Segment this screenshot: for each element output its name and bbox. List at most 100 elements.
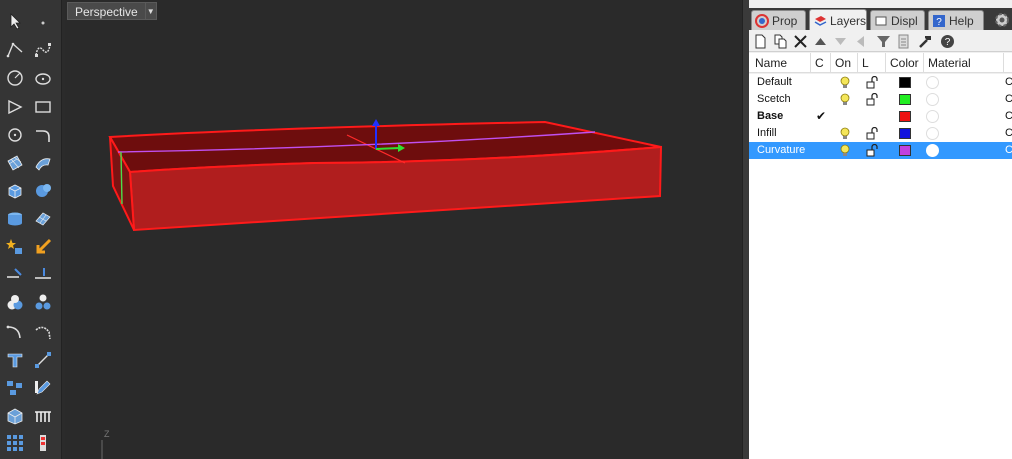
select-arrow-icon[interactable] — [3, 9, 27, 33]
new-layer-icon[interactable] — [752, 33, 768, 49]
col-current[interactable]: C — [811, 53, 831, 73]
tab-layers[interactable]: Layers — [809, 9, 867, 31]
viewport-title[interactable]: Perspective ▼ — [67, 2, 157, 20]
boolean-split-icon[interactable] — [31, 291, 55, 315]
layer-extra-column: C — [1005, 127, 1012, 139]
rhino-window: Perspective ▼ Z Prop Layers Displ ? Help — [0, 0, 1012, 459]
col-name[interactable]: Name — [749, 53, 811, 73]
sphere-icon[interactable] — [31, 179, 55, 203]
group-icon[interactable] — [3, 376, 27, 400]
tab-display[interactable]: Displ — [870, 10, 925, 30]
help-circle-icon[interactable]: ? — [939, 33, 955, 49]
analyze-icon[interactable] — [31, 431, 55, 455]
material-sphere-icon[interactable] — [926, 144, 939, 157]
blend-curve-icon[interactable] — [31, 320, 55, 344]
grid-icon[interactable] — [3, 431, 27, 455]
tools-icon[interactable] — [917, 33, 933, 49]
layer-name[interactable]: Curvature — [757, 142, 805, 159]
material-sphere-icon[interactable] — [926, 93, 939, 106]
circle-icon[interactable] — [3, 66, 27, 90]
dimension-icon[interactable] — [31, 348, 55, 372]
model-canvas[interactable] — [65, 0, 742, 459]
col-more[interactable] — [1004, 53, 1012, 73]
layer-row[interactable]: Default C — [749, 74, 1012, 91]
polygon-icon[interactable] — [3, 95, 27, 119]
material-sphere-icon[interactable] — [926, 127, 939, 140]
point-icon[interactable] — [31, 9, 55, 33]
col-material[interactable]: Material — [924, 53, 1004, 73]
layer-color-swatch[interactable] — [899, 111, 911, 122]
layer-name[interactable]: Scetch — [757, 91, 791, 108]
axis-z-label: Z — [104, 429, 110, 439]
unlock-icon[interactable] — [866, 143, 878, 157]
sketch-edge — [120, 151, 123, 205]
layer-row[interactable]: Scetch C — [749, 91, 1012, 108]
edit-pencil-icon[interactable] — [31, 376, 55, 400]
perspective-viewport[interactable]: Perspective ▼ Z — [65, 0, 742, 459]
curve-icon[interactable] — [31, 38, 55, 62]
cylinder-icon[interactable] — [3, 207, 27, 231]
layer-row[interactable]: Infill C — [749, 125, 1012, 142]
panel-splitter[interactable] — [742, 0, 749, 459]
layer-color-swatch[interactable] — [899, 145, 911, 156]
current-layer-check-icon[interactable]: ✔ — [816, 108, 826, 125]
panel-tabs: Prop Layers Displ ? Help — [749, 8, 1012, 31]
trim-icon[interactable] — [3, 263, 27, 287]
layer-row[interactable]: Base ✔ C — [749, 108, 1012, 125]
filter-icon[interactable] — [875, 33, 891, 49]
mesh-icon[interactable] — [31, 207, 55, 231]
move-arrow-icon[interactable] — [31, 235, 55, 259]
layer-color-swatch[interactable] — [899, 77, 911, 88]
polyline-icon[interactable] — [3, 38, 27, 62]
display-icon — [875, 16, 887, 25]
svg-text:?: ? — [936, 17, 942, 28]
arc-icon[interactable] — [3, 123, 27, 147]
split-icon[interactable] — [31, 263, 55, 287]
new-sublayer-icon[interactable] — [772, 33, 788, 49]
move-to-parent-icon[interactable] — [852, 33, 868, 49]
ellipse-icon[interactable] — [31, 66, 55, 90]
sweep-icon[interactable] — [31, 151, 55, 175]
rectangle-icon[interactable] — [31, 95, 55, 119]
fillet-icon[interactable] — [31, 123, 55, 147]
move-down-icon[interactable] — [832, 33, 848, 49]
box-icon[interactable] — [3, 179, 27, 203]
transform-star-icon[interactable] — [3, 235, 27, 259]
col-lock[interactable]: L — [858, 53, 886, 73]
array-icon[interactable] — [31, 404, 55, 428]
material-sphere-icon[interactable] — [926, 110, 939, 123]
col-color[interactable]: Color — [886, 53, 924, 73]
unlock-icon[interactable] — [866, 92, 878, 106]
layer-color-swatch[interactable] — [899, 128, 911, 139]
lightbulb-icon[interactable] — [839, 76, 851, 89]
boolean-union-icon[interactable] — [3, 291, 27, 315]
move-up-icon[interactable] — [812, 33, 828, 49]
layer-color-swatch[interactable] — [899, 94, 911, 105]
gear-icon[interactable] — [993, 11, 1011, 29]
layer-list-icon[interactable] — [895, 33, 911, 49]
layer-row[interactable]: Curvature C — [749, 142, 1012, 159]
gizmo-x-axis[interactable] — [375, 147, 401, 150]
command-toolbar — [0, 0, 62, 459]
tab-help[interactable]: ? Help — [928, 10, 984, 30]
curve-fillet-icon[interactable] — [3, 320, 27, 344]
help-icon: ? — [933, 14, 945, 28]
block-icon[interactable] — [3, 404, 27, 428]
unlock-icon[interactable] — [866, 75, 878, 89]
text-icon[interactable] — [3, 348, 27, 372]
layer-name[interactable]: Infill — [757, 125, 777, 142]
viewport-title-label[interactable]: Perspective — [67, 2, 146, 20]
layer-name[interactable]: Base — [757, 108, 783, 125]
lightbulb-icon[interactable] — [839, 93, 851, 106]
tab-properties[interactable]: Prop — [751, 10, 806, 30]
material-sphere-icon[interactable] — [926, 76, 939, 89]
surface-icon[interactable] — [3, 151, 27, 175]
col-on[interactable]: On — [831, 53, 858, 73]
lightbulb-icon[interactable] — [839, 127, 851, 140]
layer-name[interactable]: Default — [757, 74, 792, 91]
layer-extra-column: C — [1005, 110, 1012, 122]
unlock-icon[interactable] — [866, 126, 878, 140]
delete-icon[interactable] — [792, 33, 808, 49]
viewport-menu-arrow-icon[interactable]: ▼ — [145, 2, 157, 20]
lightbulb-icon[interactable] — [839, 144, 851, 157]
